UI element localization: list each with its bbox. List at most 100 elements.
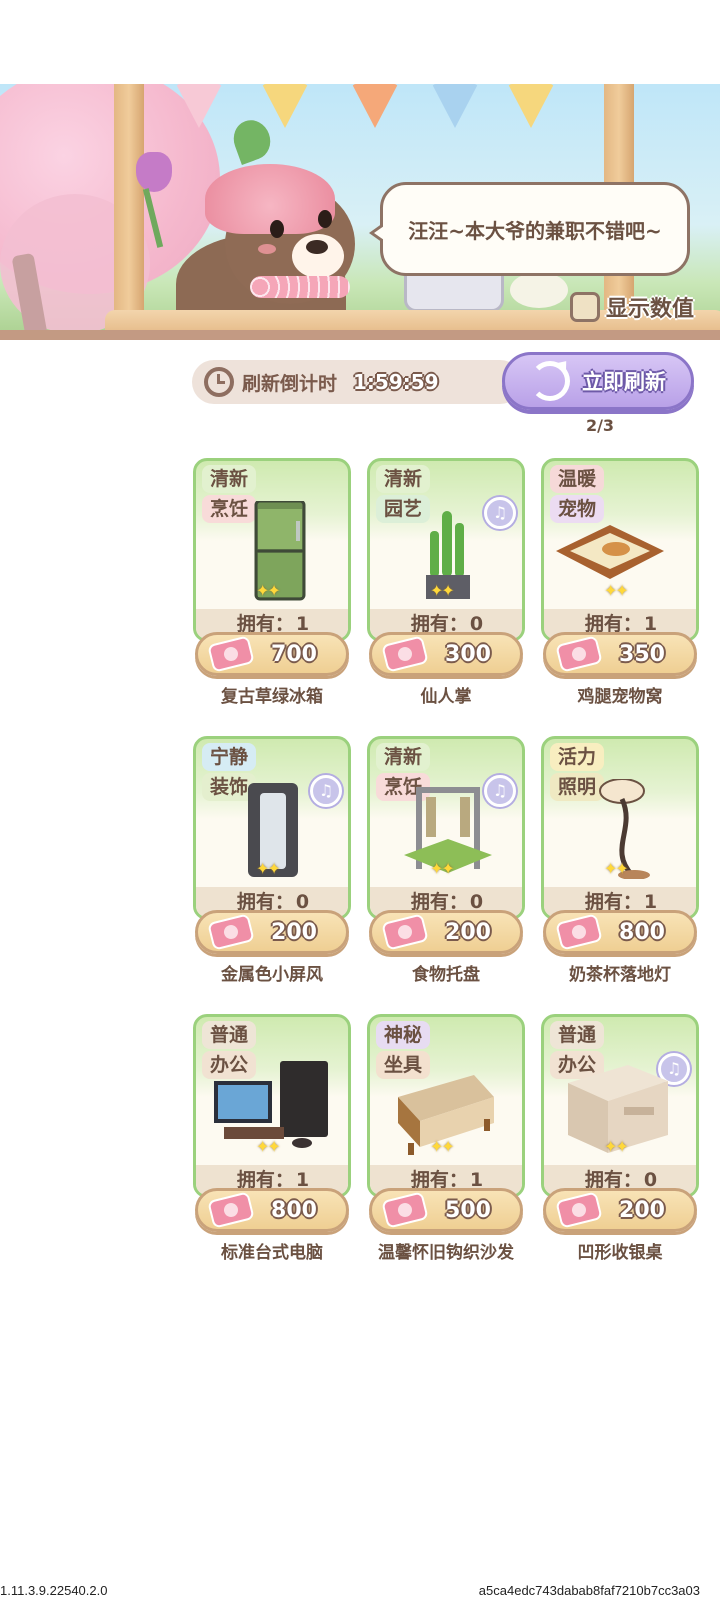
buy-button[interactable]: 200 [543,1188,697,1232]
hat-leaf [228,115,276,165]
buy-button[interactable]: 800 [543,910,697,954]
item-style-tag: 宁静 [202,743,257,771]
stall-post-left [114,84,144,340]
version-text: 1.11.3.9.22540.2.0 [0,1583,108,1598]
bunting-flag [352,84,398,128]
item-card[interactable]: 普通 办公 ✦✦ 拥有： 1 [193,1014,351,1198]
item-name: 仙人掌 [420,687,472,707]
item-name: 食物托盘 [412,965,480,985]
ticket-icon [555,635,603,673]
bunting-flag [262,84,308,128]
item-style-tag: 神秘 [376,1021,431,1049]
shop-item[interactable]: 温暖 宠物 ✦✦ 拥有： 1 350 鸡腿宠物窝 [541,458,701,718]
rarity-stars-icon: ✦✦ [256,1137,281,1156]
counter-edge [0,330,720,340]
item-style-tag: 温暖 [550,465,605,493]
rarity-stars-icon: ✦✦ [430,581,455,600]
item-name: 金属色小屏风 [221,965,323,985]
item-name: 奶茶杯落地灯 [569,965,671,985]
rarity-stars-icon: ✦✦ [604,859,629,878]
refresh-now-label: 立即刷新 [582,370,666,394]
ticket-icon [207,1191,255,1229]
buy-button[interactable]: 700 [195,632,349,676]
item-card[interactable]: 清新 烹饪 ✦✦ 拥有： 1 [193,458,351,642]
item-name: 标准台式电脑 [221,1243,323,1263]
item-card[interactable]: 活力 照明 ✦✦ 拥有： 1 [541,736,699,920]
ticket-icon [207,635,255,673]
item-name: 温馨怀旧钩织沙发 [378,1243,514,1263]
item-style-tag: 普通 [550,1021,605,1049]
item-style-tag: 清新 [376,465,431,493]
buy-button[interactable]: 200 [195,910,349,954]
show-values-toggle[interactable]: 显示数值 [570,290,694,324]
ticket-icon [381,1191,429,1229]
item-card[interactable]: 神秘 坐具 ✦✦ 拥有： 1 [367,1014,525,1198]
shop-item[interactable]: 普通 办公 ✦✦ 拥有： 1 800 标准台式电脑 [193,1014,353,1274]
shop-item[interactable]: 普通 办公 ♫ ✦✦ 拥有： 0 200 凹形收银桌 [541,1014,701,1274]
item-card[interactable]: 清新 烹饪 ♫ ✦✦ 拥有： 0 [367,736,525,920]
item-card[interactable]: 清新 园艺 ♫ ✦✦ 拥有： 0 [367,458,525,642]
dog-eye-right [318,210,332,228]
rarity-stars-icon: ✦✦ [430,859,455,878]
shop-item[interactable]: 清新 烹饪 ✦✦ 拥有： 1 700 复古草绿冰箱 [193,458,353,718]
buy-button[interactable]: 800 [195,1188,349,1232]
dog-blush [258,244,276,254]
build-hash: a5ca4edc743dabab8faf7210b7cc3a03 [478,1583,700,1598]
buy-button[interactable]: 500 [369,1188,523,1232]
item-price: 300 [445,641,491,667]
shop-banner: 汪汪~本大爷的兼职不错吧~ 显示数值 [0,84,720,340]
ticket-icon [555,1191,603,1229]
refresh-now-button[interactable]: 立即刷新 [502,352,694,410]
shop-item[interactable]: 清新 园艺 ♫ ✦✦ 拥有： 0 300 仙人掌 [367,458,527,718]
item-card[interactable]: 宁静 装饰 ♫ ✦✦ 拥有： 0 [193,736,351,920]
refresh-count: 2/3 [585,416,615,435]
dog-nose [306,240,328,254]
shop-item[interactable]: 神秘 坐具 ✦✦ 拥有： 1 500 温馨怀旧钩织沙发 [367,1014,527,1274]
item-price: 200 [445,919,491,945]
item-price: 200 [619,1197,665,1223]
buy-button[interactable]: 350 [543,632,697,676]
ticket-icon [381,913,429,951]
bunting-flag [508,84,554,128]
rarity-stars-icon: ✦✦ [604,581,629,600]
item-price: 350 [619,641,665,667]
show-values-label: 显示数值 [606,297,695,322]
item-price: 800 [619,919,665,945]
ticket-icon [555,913,603,951]
shop-item[interactable]: 活力 照明 ✦✦ 拥有： 1 800 奶茶杯落地灯 [541,736,701,996]
refresh-timer-bar: 刷新倒计时 1:59:59 [192,360,522,404]
rarity-stars-icon: ✦✦ [604,1137,629,1156]
item-name: 复古草绿冰箱 [221,687,323,707]
item-style-tag: 清新 [376,743,431,771]
refresh-icon [530,361,570,401]
show-values-checkbox[interactable] [570,292,600,322]
clock-icon [204,367,234,397]
item-card[interactable]: 普通 办公 ♫ ✦✦ 拥有： 0 [541,1014,699,1198]
item-style-tag: 普通 [202,1021,257,1049]
speech-text: 汪汪~本大爷的兼职不错吧~ [408,218,662,243]
shop-item[interactable]: 清新 烹饪 ♫ ✦✦ 拥有： 0 200 食物托盘 [367,736,527,996]
item-price: 200 [271,919,317,945]
tulip-icon [136,152,172,192]
item-price: 500 [445,1197,491,1223]
speech-bubble: 汪汪~本大爷的兼职不错吧~ [369,182,690,276]
flower-collar [250,276,350,298]
shop-item[interactable]: 宁静 装饰 ♫ ✦✦ 拥有： 0 200 金属色小屏风 [193,736,353,996]
rarity-stars-icon: ✦✦ [430,1137,455,1156]
bowl [510,272,568,308]
item-style-tag: 活力 [550,743,605,771]
item-name: 鸡腿宠物窝 [577,687,663,707]
dog-eye-left [270,220,284,238]
rarity-stars-icon: ✦✦ [256,581,281,600]
item-price: 700 [271,641,317,667]
item-price: 800 [271,1197,317,1223]
buy-button[interactable]: 300 [369,632,523,676]
ticket-icon [207,913,255,951]
item-style-tag: 清新 [202,465,257,493]
refresh-countdown-label: 刷新倒计时 [242,372,338,395]
refresh-countdown-value: 1:59:59 [353,370,439,394]
rarity-stars-icon: ✦✦ [256,859,281,878]
ticket-icon [381,635,429,673]
item-card[interactable]: 温暖 宠物 ✦✦ 拥有： 1 [541,458,699,642]
buy-button[interactable]: 200 [369,910,523,954]
